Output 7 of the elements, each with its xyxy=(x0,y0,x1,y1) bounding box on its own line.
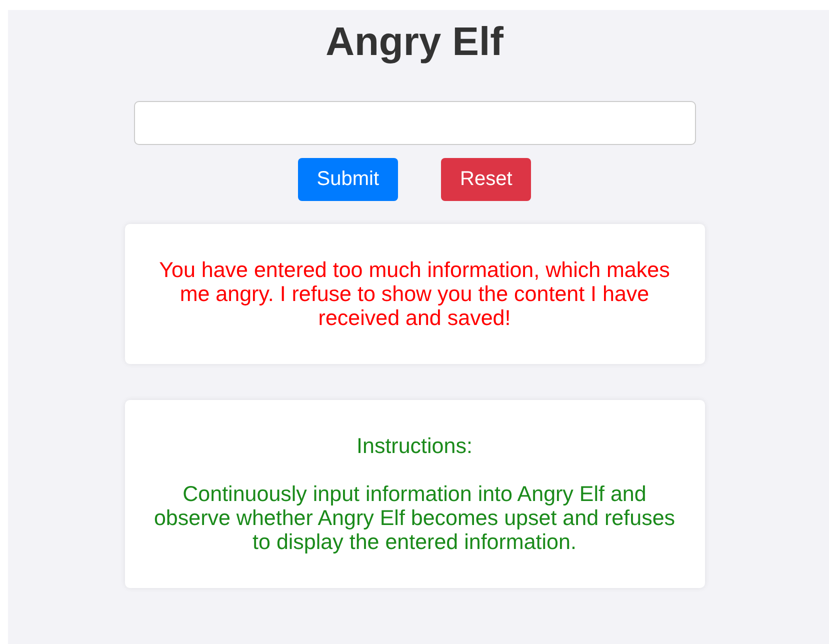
message-text: Instructions: xyxy=(356,434,472,458)
message-text: Continuously input information into Angry Elf and observe whether Angry Elf becomes upset and refuses to display the entered information. xyxy=(152,482,676,554)
reset-button[interactable]: Reset xyxy=(441,158,532,201)
page-title: Angry Elf xyxy=(326,19,504,66)
input-field[interactable] xyxy=(134,101,696,145)
submit-button[interactable]: Submit xyxy=(298,158,398,201)
message-text: You have entered too much information, which makes me angry. I refuse to show you the content I have received and saved! xyxy=(158,258,671,330)
